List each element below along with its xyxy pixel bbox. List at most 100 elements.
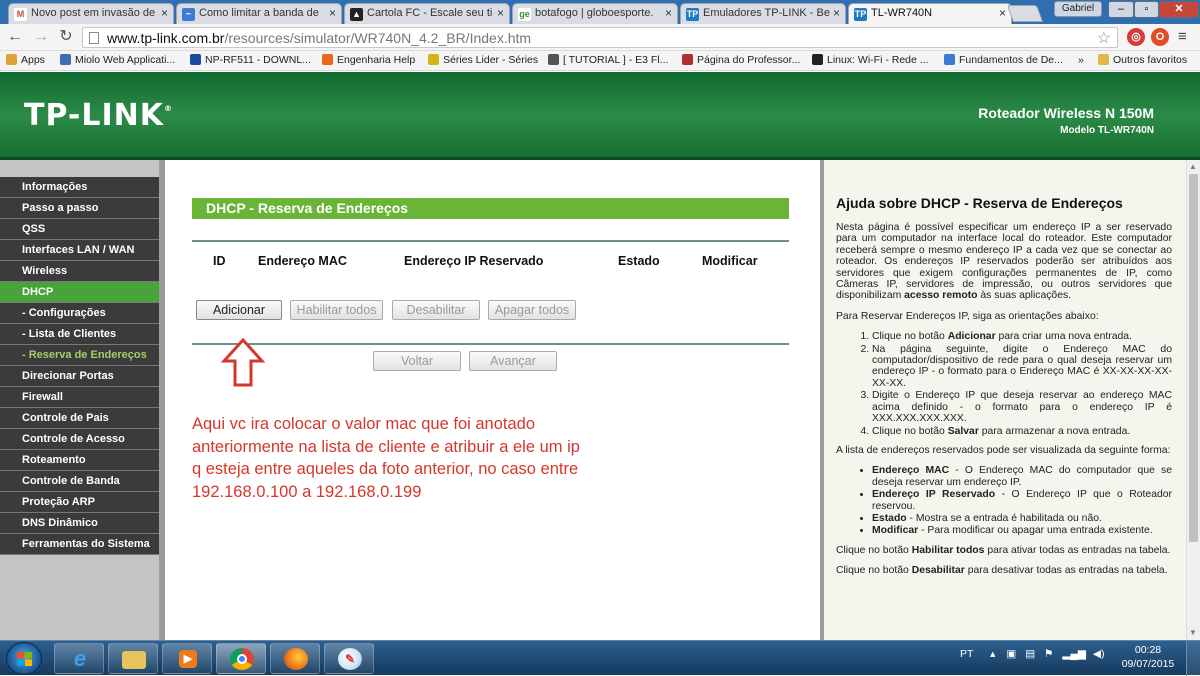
sidebar-item[interactable]: Ferramentas do Sistema [0,534,159,555]
back-button[interactable]: Voltar [373,351,461,371]
sidebar-item[interactable]: Informações [0,177,159,198]
back-arrow-icon[interactable]: ← [6,27,24,47]
tab-label: Como limitar a banda de [199,7,319,19]
router-header: TP-LINK® Roteador Wireless N 150M Modelo… [0,72,1200,160]
scroll-down-icon[interactable]: ▼ [1189,628,1197,637]
tab-label: TL-WR740N [871,7,933,19]
sidebar-item[interactable]: Direcionar Portas [0,366,159,387]
close-window-icon[interactable]: ✕ [1159,1,1199,18]
sidebar-item[interactable]: Passo a passo [0,198,159,219]
profile-button[interactable]: Gabriel [1054,1,1102,17]
close-tab-icon[interactable]: × [497,6,504,20]
new-tab-button[interactable] [1006,5,1044,22]
forward-arrow-icon[interactable]: → [32,27,50,47]
bookmark-icon [812,54,823,65]
close-tab-icon[interactable]: × [665,6,672,20]
forum-icon: ~ [182,8,195,21]
help-intro: Nesta página é possível especificar um e… [836,222,1172,302]
folder-icon [1098,54,1109,65]
close-tab-icon[interactable]: × [833,6,840,20]
menu-icon[interactable]: ≡ [1178,28,1187,45]
divider [192,343,789,345]
file-explorer-icon[interactable] [108,643,158,674]
help-step: Clique no botão Salvar para armazenar a … [872,426,1172,437]
bookmark-star-icon[interactable]: ☆ [1097,28,1111,48]
help-scrollbar[interactable]: ▲ ▼ [1186,160,1200,640]
apps-icon [6,54,17,65]
bookmark-item[interactable]: Página do Professor... [682,54,800,66]
extension-icon[interactable]: ◎ [1127,28,1145,46]
sidebar-item[interactable]: Proteção ARP [0,492,159,513]
media-player-icon[interactable]: ▶ [162,643,212,674]
sidebar-item[interactable]: Firewall [0,387,159,408]
sidebar-item[interactable]: Roteamento [0,450,159,471]
enable-all-button[interactable]: Habilitar todos [290,300,383,320]
delete-all-button[interactable]: Apagar todos [488,300,576,320]
url-text: www.tp-link.com.br/resources/simulator/W… [107,30,532,46]
show-desktop-button[interactable] [1186,641,1200,676]
sidebar-item[interactable]: QSS [0,219,159,240]
sidebar-item[interactable]: - Reserva de Endereços [0,345,159,366]
page-title: DHCP - Reserva de Endereços [192,198,789,219]
model-subtitle: Modelo TL-WR740N [1060,125,1154,136]
browser-tab[interactable]: TP Emuladores TP-LINK - Be × [680,3,846,24]
close-tab-icon[interactable]: × [329,6,336,20]
help-step: Na página seguinte, digite o Endereço MA… [872,344,1172,390]
hat-icon: ▲ [350,8,363,21]
add-button[interactable]: Adicionar [196,300,282,320]
tray-expand-icon[interactable]: ▴ [990,648,995,660]
browser-tab[interactable]: M Novo post em invasão de × [8,3,174,24]
minimize-icon[interactable]: – [1108,1,1134,18]
action-center-icon[interactable]: ⚑ [1044,648,1053,660]
clock[interactable]: 00:28 09/07/2015 [1118,643,1178,671]
sidebar-item[interactable]: - Lista de Clientes [0,324,159,345]
firefox-icon[interactable] [270,643,320,674]
language-indicator[interactable]: PT [960,648,973,660]
maximize-icon[interactable]: ▫ [1134,1,1159,18]
network-icon[interactable]: ▤ [1025,648,1035,660]
bookmark-item[interactable]: Miolo Web Applicati... [60,54,175,66]
sidebar-item[interactable]: DHCP [0,282,159,303]
internet-explorer-icon[interactable]: e [54,643,104,674]
bookmark-folder[interactable]: Outros favoritos [1098,54,1187,66]
address-bar[interactable]: www.tp-link.com.br/resources/simulator/W… [82,27,1118,48]
close-tab-icon[interactable]: × [999,6,1006,20]
bookmark-item[interactable]: Linux: Wi-Fi - Rede ... [812,54,929,66]
scrollbar-thumb[interactable] [1189,174,1198,542]
signal-icon[interactable]: ▂▄▆ [1062,648,1086,660]
scroll-up-icon[interactable]: ▲ [1189,162,1197,171]
bookmarks-overflow[interactable]: » [1078,54,1084,66]
chrome-icon[interactable] [216,643,266,674]
bookmark-item[interactable]: [ TUTORIAL ] - E3 Fl... [548,54,668,66]
volume-icon[interactable]: ◀) [1093,648,1105,660]
bookmark-icon [944,54,955,65]
browser-tab[interactable]: ~ Como limitar a banda de × [176,3,342,24]
close-tab-icon[interactable]: × [161,6,168,20]
sidebar-item[interactable]: Controle de Acesso [0,429,159,450]
bookmark-item[interactable]: NP-RF511 - DOWNL... [190,54,311,66]
browser-tab-active[interactable]: TP TL-WR740N × [848,3,1012,24]
sidebar-item[interactable]: DNS Dinâmico [0,513,159,534]
page-icon [89,32,99,44]
next-button[interactable]: Avançar [469,351,557,371]
browser-tab[interactable]: ge botafogo | globoesporte. × [512,3,678,24]
opera-icon[interactable]: O [1151,28,1169,46]
sidebar-item[interactable]: Controle de Banda [0,471,159,492]
sidebar-item[interactable]: Controle de Pais [0,408,159,429]
browser-tab[interactable]: ▲ Cartola FC - Escale seu ti × [344,3,510,24]
bookmark-item[interactable]: Apps [6,54,45,66]
paint-icon[interactable]: ✎ [324,643,374,674]
bookmark-item[interactable]: Fundamentos de De... [944,54,1063,66]
tray-app-icon[interactable]: ▣ [1006,648,1016,660]
reload-icon[interactable]: ↻ [57,27,75,47]
bookmark-item[interactable]: Séries Lider - Séries [428,54,538,66]
column-header-ip: Endereço IP Reservado [404,254,544,268]
sidebar-item[interactable]: Interfaces LAN / WAN [0,240,159,261]
disable-button[interactable]: Desabilitar [392,300,480,320]
bookmark-item[interactable]: Engenharia Help [322,54,415,66]
help-definition: Endereço MAC - O Endereço MAC do computa… [872,465,1172,488]
system-tray: PT ▴ ▣ ▤ ⚑ ▂▄▆ ◀) [960,648,1104,660]
sidebar-item[interactable]: Wireless [0,261,159,282]
start-button[interactable] [6,642,42,675]
sidebar-item[interactable]: - Configurações [0,303,159,324]
